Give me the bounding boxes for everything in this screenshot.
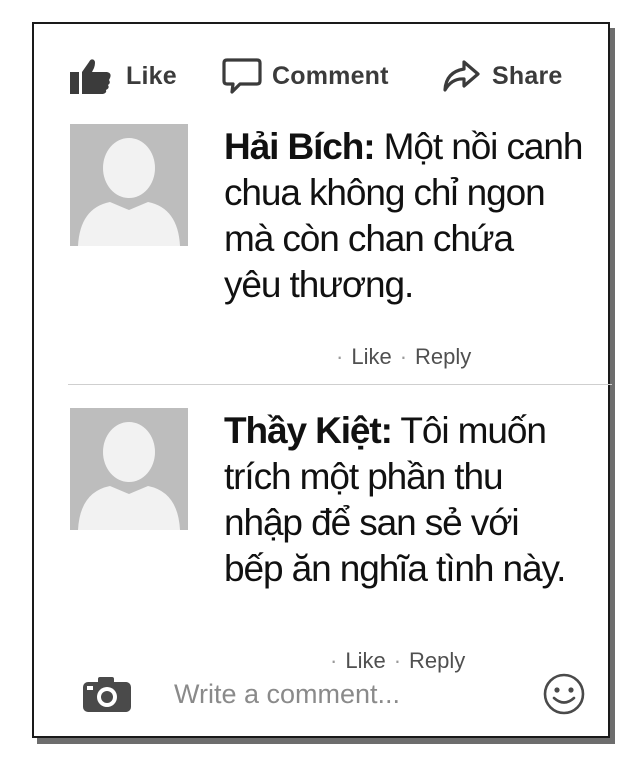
camera-icon[interactable] [82,674,132,714]
default-avatar-icon[interactable] [70,408,188,530]
divider [68,384,612,385]
comment-text-line: yêu thương. [224,264,414,305]
comment-button[interactable]: Comment [222,54,389,98]
comment-text-line: Một nồi canh [383,126,584,167]
write-comment-input[interactable] [174,674,514,714]
comment-author[interactable]: Thầy Kiệt: [224,410,393,451]
comment-body: Thầy Kiệt: Tôi muốn trích một phần thu n… [224,408,594,592]
comment-author[interactable]: Hải Bích: [224,126,376,167]
comment-body: Hải Bích: Một nồi canh chua không chỉ ng… [224,124,594,308]
share-label: Share [492,61,563,90]
share-button[interactable]: Share [442,54,562,98]
share-arrow-icon [442,59,480,93]
comment-label: Comment [272,61,389,90]
speech-bubble-icon [222,57,262,95]
comment-text-line: trích một phần thu [224,456,504,497]
like-button[interactable]: Like [70,54,177,98]
comment-card: Like Comment Share Hải Bích: Một nồi can… [32,22,612,738]
comment-item: Thầy Kiệt: Tôi muốn trích một phần thu n… [70,408,590,674]
comment-text-line: bếp ăn nghĩa tình này. [224,548,566,589]
comment-item: Hải Bích: Một nồi canh chua không chỉ ng… [70,124,590,374]
comment-text-line: nhập để san sẻ với [224,502,520,543]
like-label: Like [126,61,177,90]
thumbs-up-icon [70,58,112,94]
action-bar: Like Comment Share [70,54,590,98]
separator-dot: · [399,344,408,369]
comment-text-line: Tôi muốn [400,410,547,451]
comment-reply-link[interactable]: Reply [415,344,471,369]
comment-like-link[interactable]: Like [351,344,391,369]
comment-text-line: chua không chỉ ngon [224,172,546,213]
separator-dot: · [336,344,344,369]
default-avatar-icon[interactable] [70,124,188,246]
comment-composer [82,664,592,720]
comment-text-line: mà còn chan chứa [224,218,514,259]
smiley-icon[interactable] [542,672,586,716]
comment-meta: · Like · Reply [328,344,471,370]
